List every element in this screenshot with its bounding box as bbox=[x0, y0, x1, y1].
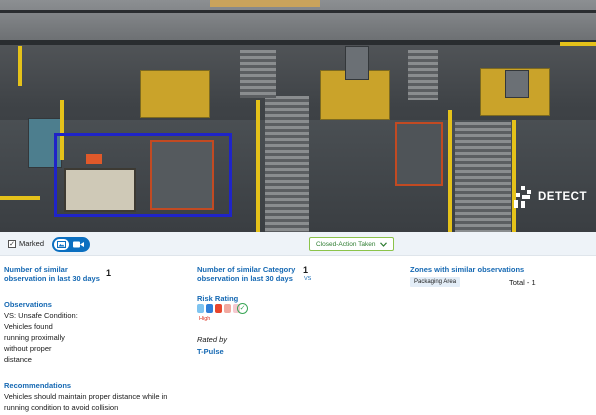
guard-rail bbox=[0, 196, 40, 200]
conveyor bbox=[265, 96, 309, 232]
guard-rail bbox=[512, 120, 516, 232]
zones-label: Zones with similar observations bbox=[410, 265, 525, 274]
risk-confirm-icon[interactable]: ✓ bbox=[237, 303, 248, 314]
camera-feed: DETECT bbox=[0, 0, 596, 232]
risk-bar bbox=[206, 304, 213, 313]
risk-bar bbox=[224, 304, 231, 313]
risk-level: High bbox=[199, 316, 211, 322]
overhead-beam bbox=[0, 40, 596, 45]
recommendations-label: Recommendations bbox=[4, 381, 72, 390]
conveyor bbox=[455, 122, 511, 232]
forklift bbox=[395, 122, 443, 186]
rated-by-value: T-Pulse bbox=[197, 347, 224, 356]
similar-category-label: Number of similar Category observation i… bbox=[197, 265, 296, 283]
platform bbox=[140, 70, 210, 118]
risk-bar bbox=[215, 304, 222, 313]
detect-logo: DETECT bbox=[512, 186, 587, 208]
observations-label: Observations bbox=[4, 300, 52, 309]
overhead-beam bbox=[0, 10, 596, 13]
image-view-button[interactable] bbox=[54, 239, 69, 250]
guard-rail bbox=[560, 42, 596, 46]
overhead-sign bbox=[210, 0, 320, 7]
media-toggle[interactable] bbox=[52, 237, 90, 252]
similar-category-tag: VS bbox=[304, 276, 312, 282]
observation-line: distance bbox=[4, 355, 32, 364]
detect-logo-text: DETECT bbox=[538, 191, 587, 203]
recommendation-line: Vehicles should maintain proper distance… bbox=[4, 392, 168, 401]
similar-observations-label: Number of similar observation in last 30… bbox=[4, 265, 100, 283]
machine bbox=[505, 70, 529, 98]
risk-bar bbox=[197, 304, 204, 313]
zone-count: Total - 1 bbox=[509, 278, 536, 287]
marked-checkbox[interactable]: ✓ bbox=[8, 240, 16, 248]
recommendation-line: running condition to avoid collision bbox=[4, 403, 119, 412]
guard-rail bbox=[18, 46, 22, 86]
guard-rail bbox=[448, 110, 452, 232]
video-view-button[interactable] bbox=[69, 241, 88, 248]
observation-details: Number of similar observation in last 30… bbox=[0, 256, 596, 415]
conveyor bbox=[240, 50, 276, 98]
detection-bounding-box bbox=[54, 133, 232, 217]
observation-line: running proximally bbox=[4, 333, 65, 342]
observation-line: VS: Unsafe Condition: bbox=[4, 311, 78, 320]
similar-observations-count: 1 bbox=[106, 268, 112, 278]
guard-rail bbox=[256, 100, 260, 232]
rated-by-label: Rated by bbox=[197, 335, 228, 344]
status-label: Closed-Action Taken bbox=[316, 240, 376, 248]
observation-line: Vehicles found bbox=[4, 322, 53, 331]
image-icon bbox=[57, 241, 66, 248]
machine bbox=[345, 46, 369, 80]
risk-rating-label: Risk Rating bbox=[197, 294, 239, 303]
risk-rating-bars bbox=[197, 304, 240, 313]
chevron-down-icon bbox=[379, 241, 387, 247]
observation-toolbar: ✓ Marked Closed-Action Taken bbox=[0, 232, 596, 256]
marked-label: Marked bbox=[19, 239, 45, 248]
status-dropdown[interactable]: Closed-Action Taken bbox=[309, 237, 394, 251]
observation-line: without proper bbox=[4, 344, 52, 353]
detect-logo-icon bbox=[512, 186, 534, 208]
similar-category-count: 1 bbox=[303, 265, 309, 275]
zone-chip: Packaging Area bbox=[410, 277, 461, 287]
conveyor bbox=[408, 50, 438, 100]
video-camera-icon bbox=[73, 241, 84, 248]
